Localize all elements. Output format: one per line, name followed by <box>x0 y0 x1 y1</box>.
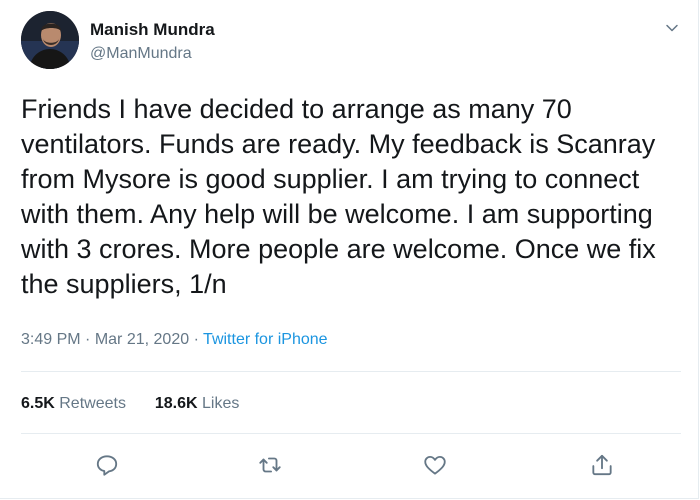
tweet-text-line: Friends I have decided to arrange as man… <box>21 94 572 124</box>
author-avatar[interactable] <box>21 11 79 69</box>
retweet-icon <box>259 457 281 473</box>
divider <box>21 433 681 434</box>
tweet-text-line: ventilators. Funds are ready. My feedbac… <box>21 129 656 159</box>
tweet-source-link[interactable]: Twitter for iPhone <box>203 331 328 348</box>
profile-photo-icon <box>21 11 79 69</box>
tweet-menu-button[interactable] <box>664 20 680 36</box>
tweet-text: Friends I have decided to arrange as man… <box>21 92 681 302</box>
reply-icon <box>96 455 118 476</box>
share-button[interactable] <box>589 452 615 478</box>
tweet-stats: 6.5K Retweets 18.6K Likes <box>21 395 239 413</box>
retweets-stat[interactable]: 6.5K Retweets <box>21 395 126 412</box>
likes-count: 18.6K <box>154 395 198 412</box>
share-icon <box>592 454 612 476</box>
tweet-actions <box>0 452 700 478</box>
meta-separator: · <box>193 331 199 348</box>
meta-separator: · <box>85 331 91 348</box>
retweets-label: Retweets <box>59 395 126 412</box>
retweets-count: 6.5K <box>21 395 55 412</box>
chevron-down-icon <box>666 24 678 32</box>
tweet-card: Manish Mundra @ManMundra Friends I have … <box>0 0 699 499</box>
tweet-text-line: with them. Any help will be welcome. I a… <box>21 199 653 229</box>
author-display-name[interactable]: Manish Mundra <box>90 20 215 40</box>
tweet-text-line: the suppliers, 1/n <box>21 269 227 299</box>
like-icon <box>424 455 446 475</box>
tweet-meta: 3:49 PM · Mar 21, 2020 · Twitter for iPh… <box>21 331 328 349</box>
tweet-date[interactable]: Mar 21, 2020 <box>95 331 189 348</box>
like-button[interactable] <box>422 452 448 478</box>
tweet-time[interactable]: 3:49 PM <box>21 331 81 348</box>
author-handle[interactable]: @ManMundra <box>90 45 192 63</box>
divider <box>21 371 681 372</box>
reply-button[interactable] <box>94 452 120 478</box>
retweet-button[interactable] <box>257 452 283 478</box>
tweet-text-line: with 3 crores. More people are welcome. … <box>21 234 656 264</box>
tweet-text-line: from Mysore is good supplier. I am tryin… <box>21 164 640 194</box>
likes-stat[interactable]: 18.6K Likes <box>155 395 240 412</box>
likes-label: Likes <box>202 395 240 412</box>
